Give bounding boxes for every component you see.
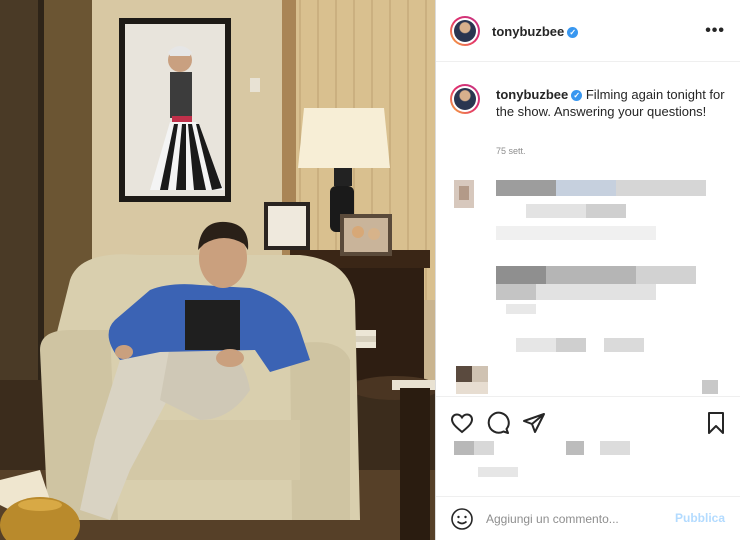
censored-comment-avatar xyxy=(454,180,474,208)
censored-like-count xyxy=(702,380,718,394)
caption-username-text[interactable]: tonybuzbee xyxy=(496,87,568,102)
author-avatar[interactable] xyxy=(450,16,480,46)
post-side-panel: tonybuzbee ✓ ••• tonybuzbee ✓ Filming agai… xyxy=(435,0,740,540)
post-comment-button[interactable]: Pubblica xyxy=(675,511,725,525)
caption-author-avatar[interactable] xyxy=(450,84,480,114)
bookmark-icon[interactable] xyxy=(704,411,728,435)
post-timestamp[interactable]: 75 sett. xyxy=(496,146,526,156)
photo-illustration xyxy=(0,0,435,540)
post-photo[interactable] xyxy=(0,0,435,540)
author-username[interactable]: tonybuzbee ✓ xyxy=(492,24,579,39)
caption-username[interactable]: tonybuzbee ✓ xyxy=(496,87,583,102)
censored-comment-block xyxy=(496,176,716,326)
censored-comment-line xyxy=(516,338,646,352)
verified-badge-icon: ✓ xyxy=(567,27,579,38)
heart-icon[interactable] xyxy=(450,411,474,435)
post-header: tonybuzbee ✓ ••• xyxy=(436,0,740,62)
comment-input[interactable]: Aggiungi un commento... xyxy=(486,512,619,526)
paper-plane-icon[interactable] xyxy=(522,411,546,435)
post-caption: tonybuzbee ✓ Filming again tonight for th… xyxy=(496,86,726,120)
more-options-icon[interactable]: ••• xyxy=(705,22,725,40)
post-actions-bar xyxy=(436,396,740,497)
instagram-post-view: tonybuzbee ✓ ••• tonybuzbee ✓ Filming agai… xyxy=(0,0,740,540)
add-comment-bar: Aggiungi un commento... Pubblica xyxy=(436,496,740,541)
verified-badge-icon: ✓ xyxy=(571,90,583,101)
emoji-icon[interactable] xyxy=(450,507,474,531)
censored-reply-avatar xyxy=(456,366,488,396)
censored-likes-info xyxy=(454,441,654,481)
author-username-text[interactable]: tonybuzbee xyxy=(492,24,564,39)
comment-bubble-icon[interactable] xyxy=(486,411,510,435)
